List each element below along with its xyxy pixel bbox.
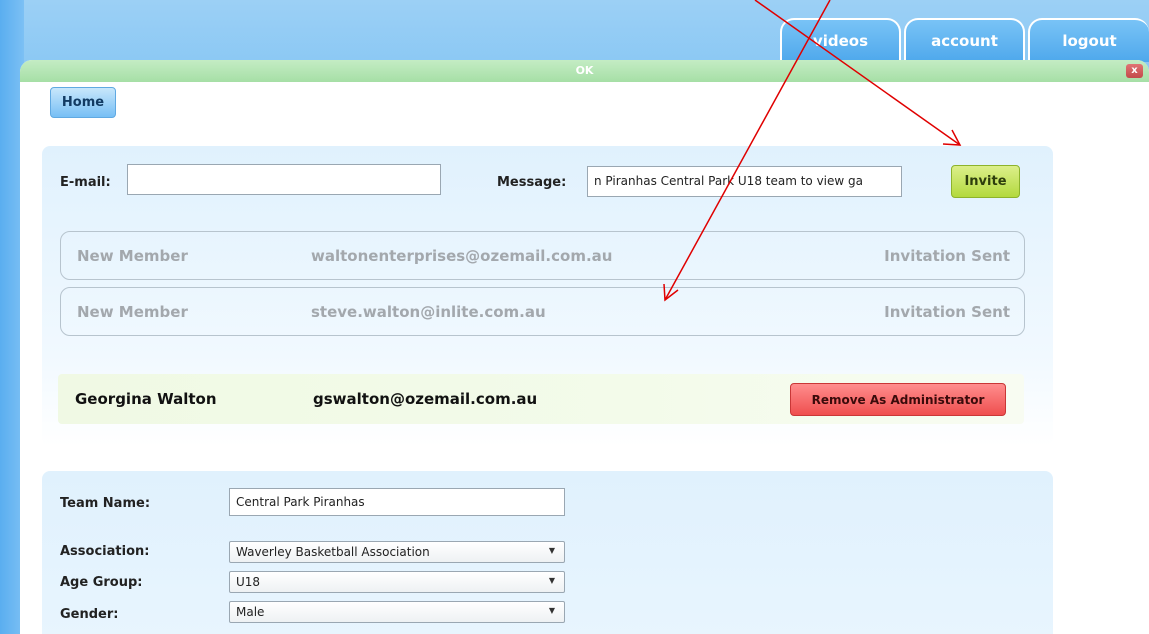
chevron-down-icon: ▼ (548, 606, 555, 615)
message-label: Message: (497, 175, 567, 190)
member-row: New Member steve.walton@inlite.com.au In… (60, 287, 1025, 336)
age-group-select[interactable]: U18 ▼ (229, 571, 565, 593)
remove-administrator-button[interactable]: Remove As Administrator (790, 383, 1006, 416)
association-select[interactable]: Waverley Basketball Association ▼ (229, 541, 565, 563)
home-button[interactable]: Home (50, 87, 116, 118)
chevron-down-icon: ▼ (548, 546, 555, 555)
dialog-title-bar: OK x (20, 60, 1149, 82)
member-name: New Member (77, 303, 188, 321)
member-status: Invitation Sent (884, 303, 1010, 321)
tab-videos[interactable]: videos (780, 18, 901, 62)
tab-account[interactable]: account (904, 18, 1025, 62)
tab-logout[interactable]: logout (1028, 18, 1149, 62)
association-label: Association: (60, 544, 150, 559)
gender-value: Male (236, 605, 265, 619)
chevron-down-icon: ▼ (548, 576, 555, 585)
admin-email: gswalton@ozemail.com.au (313, 390, 538, 408)
age-group-label: Age Group: (60, 575, 143, 590)
invite-panel: E-mail: Message: n Piranhas Central Park… (42, 146, 1053, 446)
age-group-value: U18 (236, 575, 261, 589)
dialog-title: OK (575, 64, 594, 77)
member-email: steve.walton@inlite.com.au (311, 303, 546, 321)
top-nav: videos account logout (780, 18, 1149, 62)
team-panel: Team Name: Central Park Piranhas Associa… (42, 471, 1053, 634)
email-field[interactable] (127, 164, 441, 195)
dialog: OK x Home E-mail: Message: n Piranhas Ce… (20, 60, 1149, 634)
gender-label: Gender: (60, 607, 119, 622)
gender-select[interactable]: Male ▼ (229, 601, 565, 623)
member-email: waltonenterprises@ozemail.com.au (311, 247, 613, 265)
team-name-label: Team Name: (60, 496, 151, 511)
member-status: Invitation Sent (884, 247, 1010, 265)
member-row: New Member waltonenterprises@ozemail.com… (60, 231, 1025, 280)
invite-button[interactable]: Invite (951, 165, 1020, 198)
team-name-field[interactable]: Central Park Piranhas (229, 488, 565, 516)
admin-name: Georgina Walton (75, 390, 217, 408)
association-value: Waverley Basketball Association (236, 545, 430, 559)
close-icon[interactable]: x (1126, 64, 1143, 78)
member-name: New Member (77, 247, 188, 265)
admin-row: Georgina Walton gswalton@ozemail.com.au … (58, 374, 1024, 424)
message-field[interactable]: n Piranhas Central Park U18 team to view… (587, 166, 902, 197)
email-label: E-mail: (60, 175, 111, 190)
